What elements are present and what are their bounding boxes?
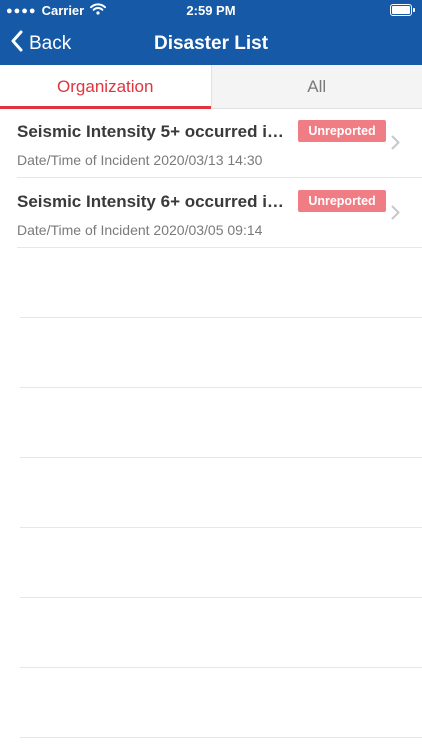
empty-row-separator	[20, 528, 422, 598]
empty-row-separator	[20, 248, 422, 318]
empty-row-separator	[20, 318, 422, 388]
segment-tabs: Organization All	[0, 65, 422, 109]
list-item-title: Seismic Intensity 5+ occurred in...	[17, 122, 289, 141]
list-item[interactable]: Seismic Intensity 6+ occurred in... Unre…	[17, 178, 422, 248]
status-bar: ●●●● Carrier 2:59 PM	[0, 0, 422, 22]
empty-row-separator	[20, 668, 422, 738]
chevron-right-icon	[391, 205, 400, 225]
disaster-list: Seismic Intensity 5+ occurred in... Unre…	[0, 108, 422, 738]
list-item-title: Seismic Intensity 6+ occurred in...	[17, 192, 289, 211]
status-badge: Unreported	[298, 120, 386, 142]
nav-bar: Back Disaster List	[0, 22, 422, 65]
empty-row-separator	[20, 458, 422, 528]
status-time: 2:59 PM	[186, 3, 236, 18]
status-badge: Unreported	[298, 190, 386, 212]
chevron-right-icon	[391, 135, 400, 155]
tab-organization[interactable]: Organization	[0, 65, 211, 109]
empty-row-separator	[20, 388, 422, 458]
page-title: Disaster List	[153, 33, 269, 54]
list-item-subtitle: Date/Time of Incident 2020/03/13 14:30	[17, 152, 263, 168]
list-item-subtitle: Date/Time of Incident 2020/03/05 09:14	[17, 222, 263, 238]
navigation-header: ●●●● Carrier 2:59 PM Back Disaster List	[0, 0, 422, 65]
battery-icon	[390, 4, 415, 16]
empty-row-separator	[20, 598, 422, 668]
tab-all[interactable]: All	[210, 65, 422, 108]
list-item[interactable]: Seismic Intensity 5+ occurred in... Unre…	[17, 108, 422, 178]
